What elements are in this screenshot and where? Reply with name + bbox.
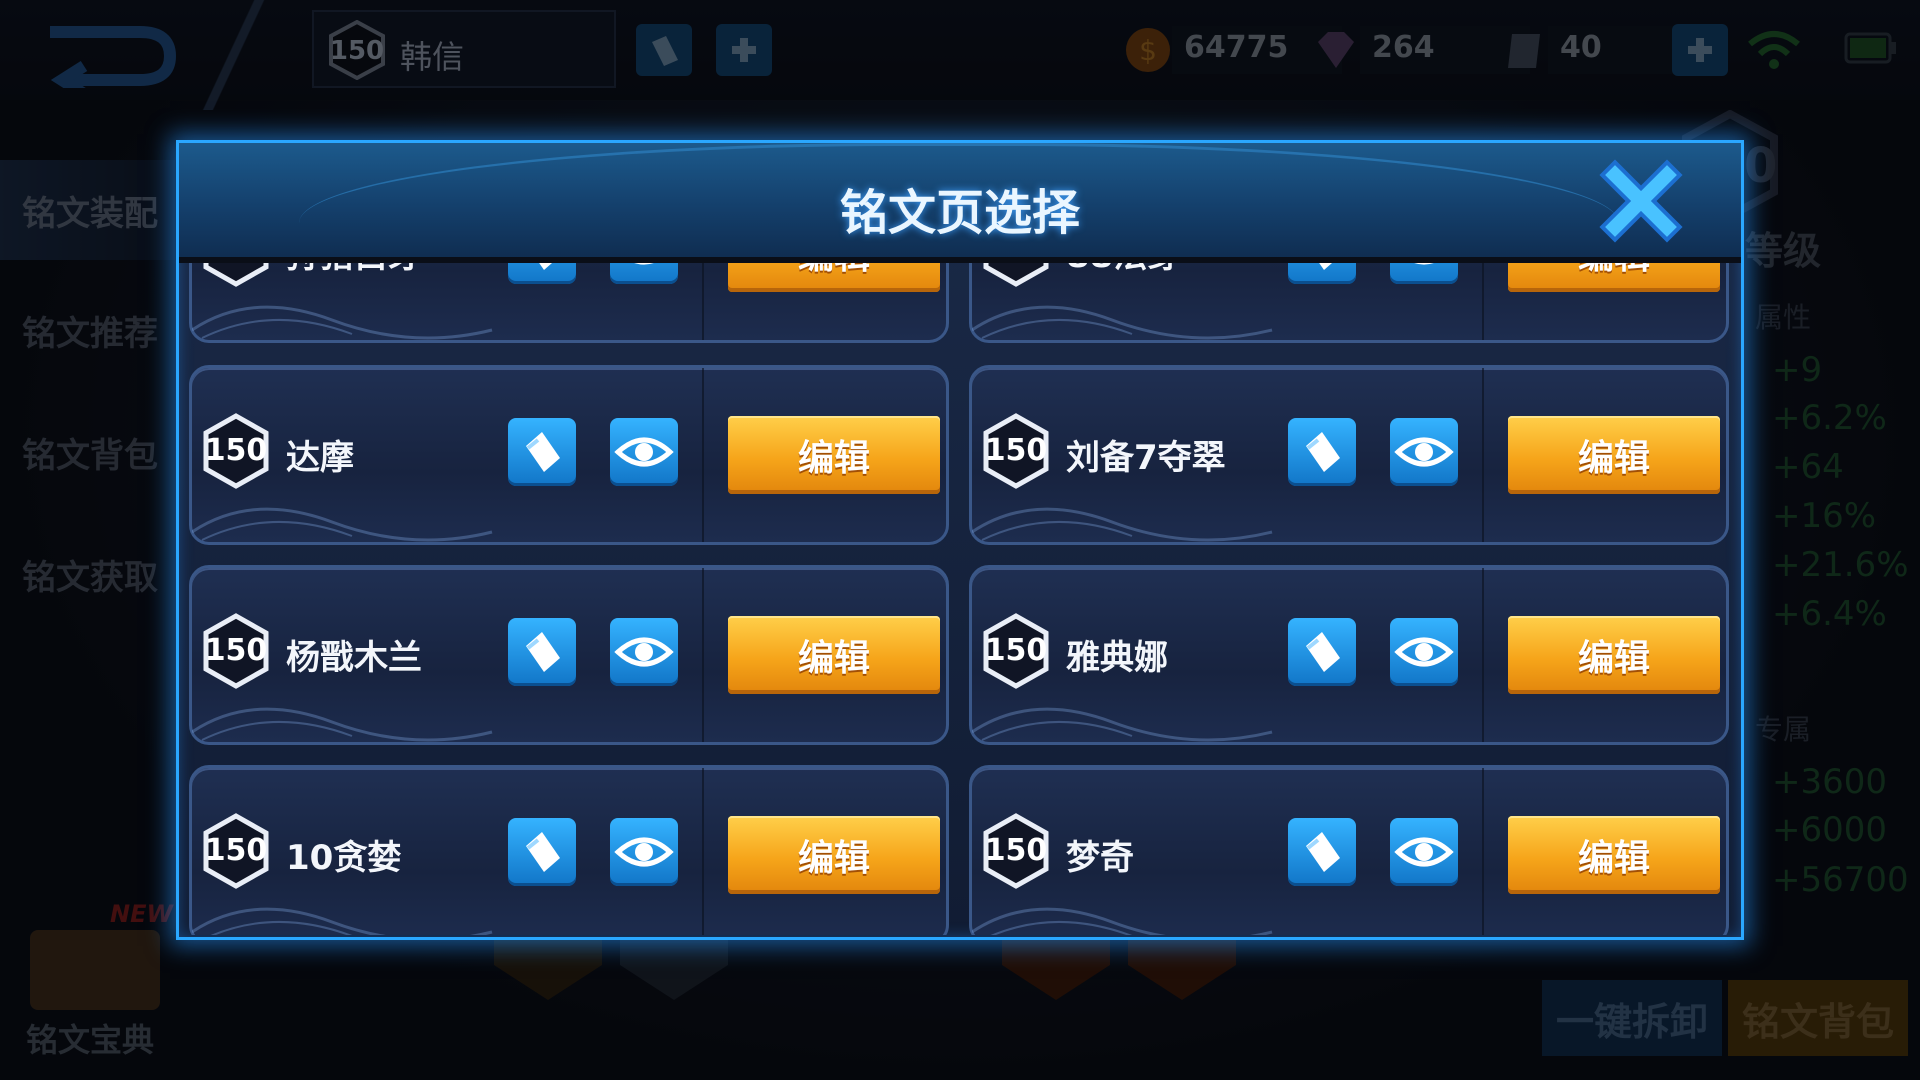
edit-page-button[interactable]: 编辑 [1508, 816, 1720, 894]
rune-page-name: 10贪婪 [286, 838, 402, 878]
close-icon [1599, 159, 1683, 243]
preview-page-button[interactable] [1390, 263, 1458, 284]
hexagon-icon [203, 263, 269, 287]
rename-page-button[interactable] [508, 618, 576, 686]
rune-page-level-badge: 150 [982, 263, 1050, 287]
rename-page-button[interactable] [508, 418, 576, 486]
decorative-swirl [192, 907, 493, 935]
rune-page-card: 150 狩猎白牙 编辑 [189, 263, 949, 343]
rune-page-level: 150 [984, 633, 1048, 668]
eye-icon [614, 437, 674, 467]
pencil-icon [526, 632, 560, 672]
rune-page-list[interactable]: 150 狩猎白牙 编辑 150 88法穿 [189, 263, 1731, 935]
pencil-icon [1306, 832, 1340, 872]
eye-icon [1394, 637, 1454, 667]
edit-page-button[interactable]: 编辑 [728, 816, 940, 894]
edit-page-button[interactable]: 编辑 [728, 616, 940, 694]
rune-page-name: 杨戬木兰 [286, 638, 422, 678]
decorative-swirl [972, 305, 1273, 340]
rune-page-level-badge: 150 [202, 613, 270, 689]
dialog-title: 铭文页选择 [839, 185, 1080, 241]
rune-page-name: 88法穿 [1066, 263, 1181, 277]
preview-page-button[interactable] [1390, 818, 1458, 886]
rune-page-name: 雅典娜 [1066, 638, 1168, 678]
rune-page-level: 150 [982, 263, 1050, 266]
preview-page-button[interactable] [610, 418, 678, 486]
preview-page-button[interactable] [610, 263, 678, 284]
eye-icon [1394, 837, 1454, 867]
eye-icon [614, 637, 674, 667]
preview-page-button[interactable] [1390, 618, 1458, 686]
rune-page-level: 150 [204, 833, 268, 868]
rune-page-level-badge: 150 [202, 813, 270, 889]
rune-page-name: 刘备7夺翠 [1066, 438, 1226, 478]
rune-page-name: 达摩 [286, 438, 354, 478]
rune-page-level-badge: 150 [202, 263, 270, 287]
close-button[interactable] [1599, 159, 1683, 243]
rename-page-button[interactable] [1288, 618, 1356, 686]
edit-page-button[interactable]: 编辑 [728, 416, 940, 494]
edit-page-button[interactable]: 编辑 [1508, 616, 1720, 694]
preview-page-button[interactable] [610, 618, 678, 686]
edit-page-button[interactable]: 编辑 [1508, 416, 1720, 494]
rune-page-level: 150 [204, 633, 268, 668]
rune-page-name: 梦奇 [1066, 838, 1134, 878]
rune-page-level-badge: 150 [202, 413, 270, 489]
eye-icon [614, 837, 674, 867]
decorative-swirl [972, 907, 1273, 935]
eye-icon [1414, 263, 1434, 265]
eye-icon [1394, 437, 1454, 467]
rune-page-level: 150 [984, 433, 1048, 468]
pencil-icon [539, 263, 552, 270]
rename-page-button[interactable] [1288, 818, 1356, 886]
rune-page-card: 150 梦奇 编辑 [969, 765, 1729, 935]
rune-page-level-badge: 150 [982, 613, 1050, 689]
rune-page-card: 150 88法穿 编辑 [969, 263, 1729, 343]
rename-page-button[interactable] [508, 263, 576, 284]
rename-page-button[interactable] [1288, 263, 1356, 284]
rune-page-level: 150 [202, 263, 270, 266]
pencil-icon [526, 432, 560, 472]
rune-page-card: 150 达摩 编辑 [189, 365, 949, 545]
rune-page-card: 150 雅典娜 编辑 [969, 565, 1729, 745]
pencil-icon [1319, 263, 1332, 270]
edit-page-button[interactable]: 编辑 [728, 263, 940, 292]
preview-page-button[interactable] [1390, 418, 1458, 486]
dialog-header: 铭文页选择 [179, 143, 1741, 261]
eye-icon [634, 263, 654, 265]
hexagon-icon [983, 263, 1049, 287]
pencil-icon [526, 832, 560, 872]
rune-page-card: 150 刘备7夺翠 编辑 [969, 365, 1729, 545]
rename-page-button[interactable] [1288, 418, 1356, 486]
decorative-swirl [192, 507, 493, 542]
pencil-icon [1306, 632, 1340, 672]
rune-page-level-badge: 150 [982, 813, 1050, 889]
decorative-swirl [192, 305, 493, 340]
rune-page-level: 150 [984, 833, 1048, 868]
rune-page-level-badge: 150 [982, 413, 1050, 489]
rune-page-select-dialog: 铭文页选择 150 狩猎白牙 [176, 140, 1744, 940]
decorative-swirl [192, 707, 493, 742]
rune-page-card: 150 杨戬木兰 编辑 [189, 565, 949, 745]
preview-page-button[interactable] [610, 818, 678, 886]
decorative-swirl [972, 707, 1273, 742]
edit-page-button[interactable]: 编辑 [1508, 263, 1720, 292]
rune-page-level: 150 [204, 433, 268, 468]
rune-page-name: 狩猎白牙 [286, 263, 422, 277]
decorative-swirl [972, 507, 1273, 542]
rename-page-button[interactable] [508, 818, 576, 886]
rune-page-card: 150 10贪婪 编辑 [189, 765, 949, 935]
pencil-icon [1306, 432, 1340, 472]
